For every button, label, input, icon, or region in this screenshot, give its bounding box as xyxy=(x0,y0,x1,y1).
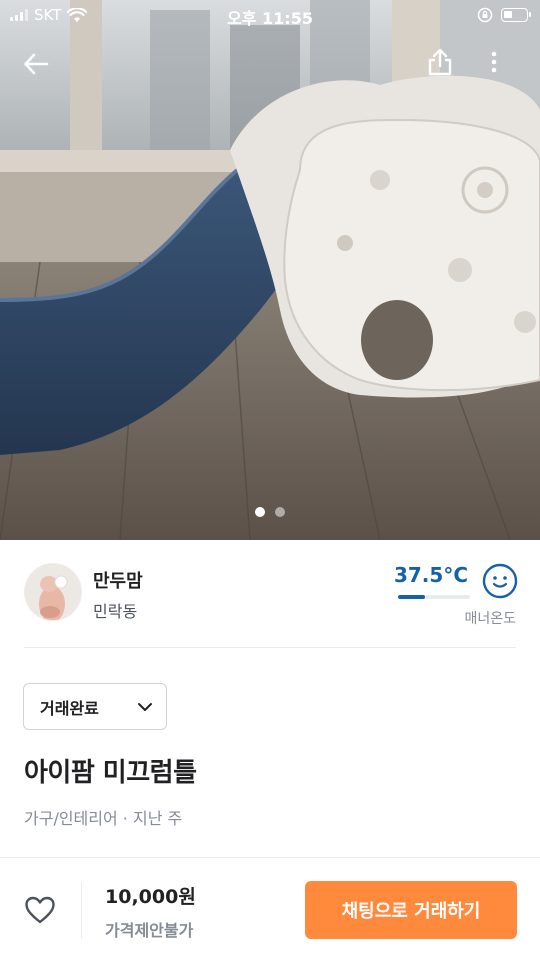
orientation-lock-icon xyxy=(477,7,493,23)
manner-temperature-fill xyxy=(398,595,425,599)
seller-profile[interactable]: 만두맘 민락동 37.5°C 매너온도 xyxy=(24,563,518,633)
avatar[interactable] xyxy=(24,563,82,621)
item-title: 아이팜 미끄럼틀 xyxy=(24,758,197,788)
manner-temperature: 37.5°C xyxy=(393,563,468,587)
more-button[interactable] xyxy=(472,40,516,84)
bottom-divider xyxy=(81,882,82,938)
share-button[interactable] xyxy=(418,40,462,84)
pager-dot-active[interactable] xyxy=(255,507,265,517)
status-right xyxy=(477,7,531,23)
avatar-image xyxy=(25,564,81,620)
seller-nickname[interactable]: 만두맘 xyxy=(93,567,143,593)
share-icon xyxy=(428,48,452,76)
image-pager xyxy=(0,507,540,517)
heart-icon xyxy=(25,896,55,924)
back-button[interactable] xyxy=(14,42,58,86)
manner-temperature-label[interactable]: 매너온도 xyxy=(464,608,516,628)
bottom-action-bar: 10,000원 가격제안불가 채팅으로 거래하기 xyxy=(0,857,540,961)
status-bar: SKT 오후 11:55 xyxy=(0,0,540,32)
status-time: 오후 11:55 xyxy=(227,9,313,28)
like-button[interactable] xyxy=(20,890,60,930)
trade-status-value: 거래완료 xyxy=(40,698,99,718)
battery-icon xyxy=(501,8,531,22)
manner-temperature-bar xyxy=(398,595,470,599)
item-meta: 가구/인테리어 · 지난 주 xyxy=(24,809,183,828)
divider xyxy=(24,647,516,648)
item-price: 10,000원 xyxy=(105,886,196,908)
pager-dot[interactable] xyxy=(275,507,285,517)
product-photo[interactable]: SKT 오후 11:55 xyxy=(0,0,540,540)
chevron-down-icon xyxy=(138,703,152,711)
chat-trade-button[interactable]: 채팅으로 거래하기 xyxy=(305,881,517,939)
arrow-left-icon xyxy=(24,53,49,75)
seller-region: 민락동 xyxy=(93,602,138,621)
price-negotiation-status: 가격제안불가 xyxy=(105,921,194,940)
smile-face-icon xyxy=(482,563,518,599)
trade-status-select[interactable]: 거래완료 xyxy=(23,683,167,730)
more-vertical-icon xyxy=(491,51,497,73)
